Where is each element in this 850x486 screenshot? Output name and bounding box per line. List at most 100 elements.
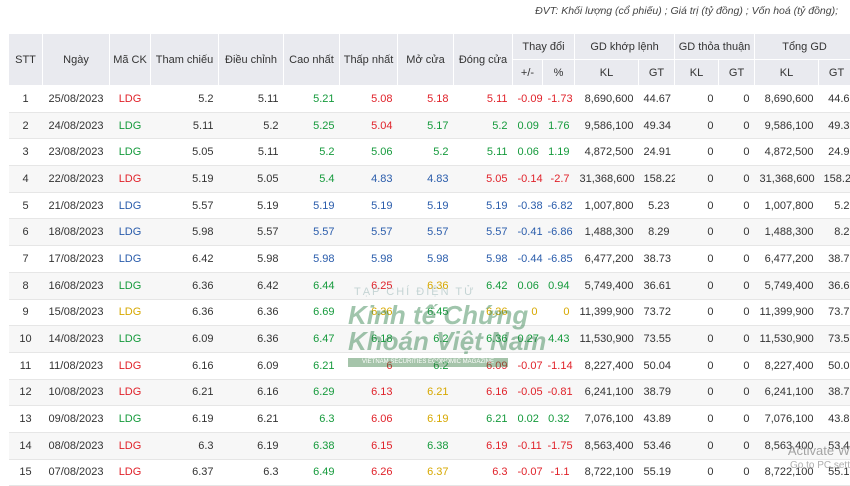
cell-tc: 6.3 [151, 432, 219, 459]
cell-ma[interactable]: LDG [110, 112, 151, 139]
cell-pct: -6.82 [543, 192, 575, 219]
col-kl-tong: KL [755, 60, 819, 86]
cell-gt3: 73.5 [819, 326, 850, 353]
cell-dc: 5.19 [219, 192, 284, 219]
table-row: 915/08/2023LDG6.366.366.696.366.456.3600… [9, 299, 850, 326]
cell-dc: 5.2 [219, 112, 284, 139]
cell-ngay: 17/08/2023 [43, 246, 110, 273]
cell-gt3: 73.7 [819, 299, 850, 326]
cell-kl3: 7,076,100 [755, 406, 819, 433]
cell-mo: 6.37 [398, 459, 454, 486]
cell-cao: 6.3 [284, 406, 340, 433]
cell-ma[interactable]: LDG [110, 326, 151, 353]
cell-ma[interactable]: LDG [110, 166, 151, 193]
cell-ma[interactable]: LDG [110, 139, 151, 166]
cell-ngay: 23/08/2023 [43, 139, 110, 166]
cell-pm: -0.07 [513, 352, 543, 379]
cell-dong: 5.19 [454, 192, 513, 219]
cell-ma[interactable]: LDG [110, 406, 151, 433]
cell-tc: 5.05 [151, 139, 219, 166]
cell-tc: 5.11 [151, 112, 219, 139]
col-gt-tong: GT [819, 60, 850, 86]
cell-mo: 6.19 [398, 406, 454, 433]
cell-thap: 6.36 [340, 299, 398, 326]
cell-dc: 5.57 [219, 219, 284, 246]
cell-cao: 6.21 [284, 352, 340, 379]
cell-pm: -0.44 [513, 246, 543, 273]
cell-dong: 5.11 [454, 139, 513, 166]
cell-ma[interactable]: LDG [110, 219, 151, 246]
cell-kl2: 0 [675, 379, 719, 406]
cell-kl3: 5,749,400 [755, 272, 819, 299]
cell-kl2: 0 [675, 246, 719, 273]
table-row: 618/08/2023LDG5.985.575.575.575.575.57-0… [9, 219, 850, 246]
cell-gt3: 158.2 [819, 166, 850, 193]
cell-pm: -0.05 [513, 379, 543, 406]
os-activation-subtitle: Go to PC sett [790, 460, 850, 471]
cell-ma[interactable]: LDG [110, 299, 151, 326]
cell-gt2: 0 [719, 86, 755, 113]
cell-kl3: 11,530,900 [755, 326, 819, 353]
cell-ma[interactable]: LDG [110, 352, 151, 379]
cell-kl2: 0 [675, 112, 719, 139]
cell-ma[interactable]: LDG [110, 192, 151, 219]
cell-tc: 5.98 [151, 219, 219, 246]
cell-kl1: 9,586,100 [575, 112, 639, 139]
cell-kl3: 6,477,200 [755, 246, 819, 273]
col-mo-cua: Mở cửa [398, 34, 454, 86]
cell-pm: 0.27 [513, 326, 543, 353]
cell-gt1: 44.67 [639, 86, 675, 113]
cell-kl2: 0 [675, 406, 719, 433]
cell-gt1: 36.61 [639, 272, 675, 299]
cell-pm: -0.11 [513, 432, 543, 459]
cell-kl3: 31,368,600 [755, 166, 819, 193]
cell-ma[interactable]: LDG [110, 459, 151, 486]
col-thay-doi: Thay đổi [513, 34, 575, 60]
cell-dc: 6.42 [219, 272, 284, 299]
cell-ngay: 16/08/2023 [43, 272, 110, 299]
cell-kl1: 11,530,900 [575, 326, 639, 353]
cell-kl2: 0 [675, 192, 719, 219]
cell-kl1: 5,749,400 [575, 272, 639, 299]
cell-kl3: 8,690,600 [755, 86, 819, 113]
table-row: 521/08/2023LDG5.575.195.195.195.195.19-0… [9, 192, 850, 219]
cell-stt: 4 [9, 166, 43, 193]
cell-ma[interactable]: LDG [110, 86, 151, 113]
cell-kl2: 0 [675, 166, 719, 193]
cell-cao: 6.49 [284, 459, 340, 486]
cell-kl2: 0 [675, 86, 719, 113]
cell-ma[interactable]: LDG [110, 246, 151, 273]
cell-gt3: 38.7 [819, 379, 850, 406]
cell-thap: 6.06 [340, 406, 398, 433]
cell-tc: 5.19 [151, 166, 219, 193]
cell-kl3: 9,586,100 [755, 112, 819, 139]
col-kl-thoa: KL [675, 60, 719, 86]
cell-dong: 6.19 [454, 432, 513, 459]
cell-ngay: 10/08/2023 [43, 379, 110, 406]
cell-kl1: 1,007,800 [575, 192, 639, 219]
cell-kl1: 6,241,100 [575, 379, 639, 406]
cell-kl2: 0 [675, 272, 719, 299]
cell-kl2: 0 [675, 432, 719, 459]
col-plus-minus: +/- [513, 60, 543, 86]
cell-ngay: 25/08/2023 [43, 86, 110, 113]
cell-gt2: 0 [719, 326, 755, 353]
cell-stt: 15 [9, 459, 43, 486]
cell-tc: 6.37 [151, 459, 219, 486]
cell-ngay: 11/08/2023 [43, 352, 110, 379]
cell-ma[interactable]: LDG [110, 272, 151, 299]
cell-gt3: 44.6 [819, 86, 850, 113]
table-row: 1408/08/2023LDG6.36.196.386.156.386.19-0… [9, 432, 850, 459]
cell-ma[interactable]: LDG [110, 379, 151, 406]
cell-gt3: 50.0 [819, 352, 850, 379]
cell-stt: 1 [9, 86, 43, 113]
cell-pm: -0.38 [513, 192, 543, 219]
cell-ngay: 22/08/2023 [43, 166, 110, 193]
col-stt: STT [9, 34, 43, 86]
col-gd-thoa-thuan: GD thỏa thuận [675, 34, 755, 60]
cell-ma[interactable]: LDG [110, 432, 151, 459]
cell-kl2: 0 [675, 459, 719, 486]
cell-mo: 6.36 [398, 272, 454, 299]
cell-gt1: 53.46 [639, 432, 675, 459]
cell-kl3: 11,399,900 [755, 299, 819, 326]
